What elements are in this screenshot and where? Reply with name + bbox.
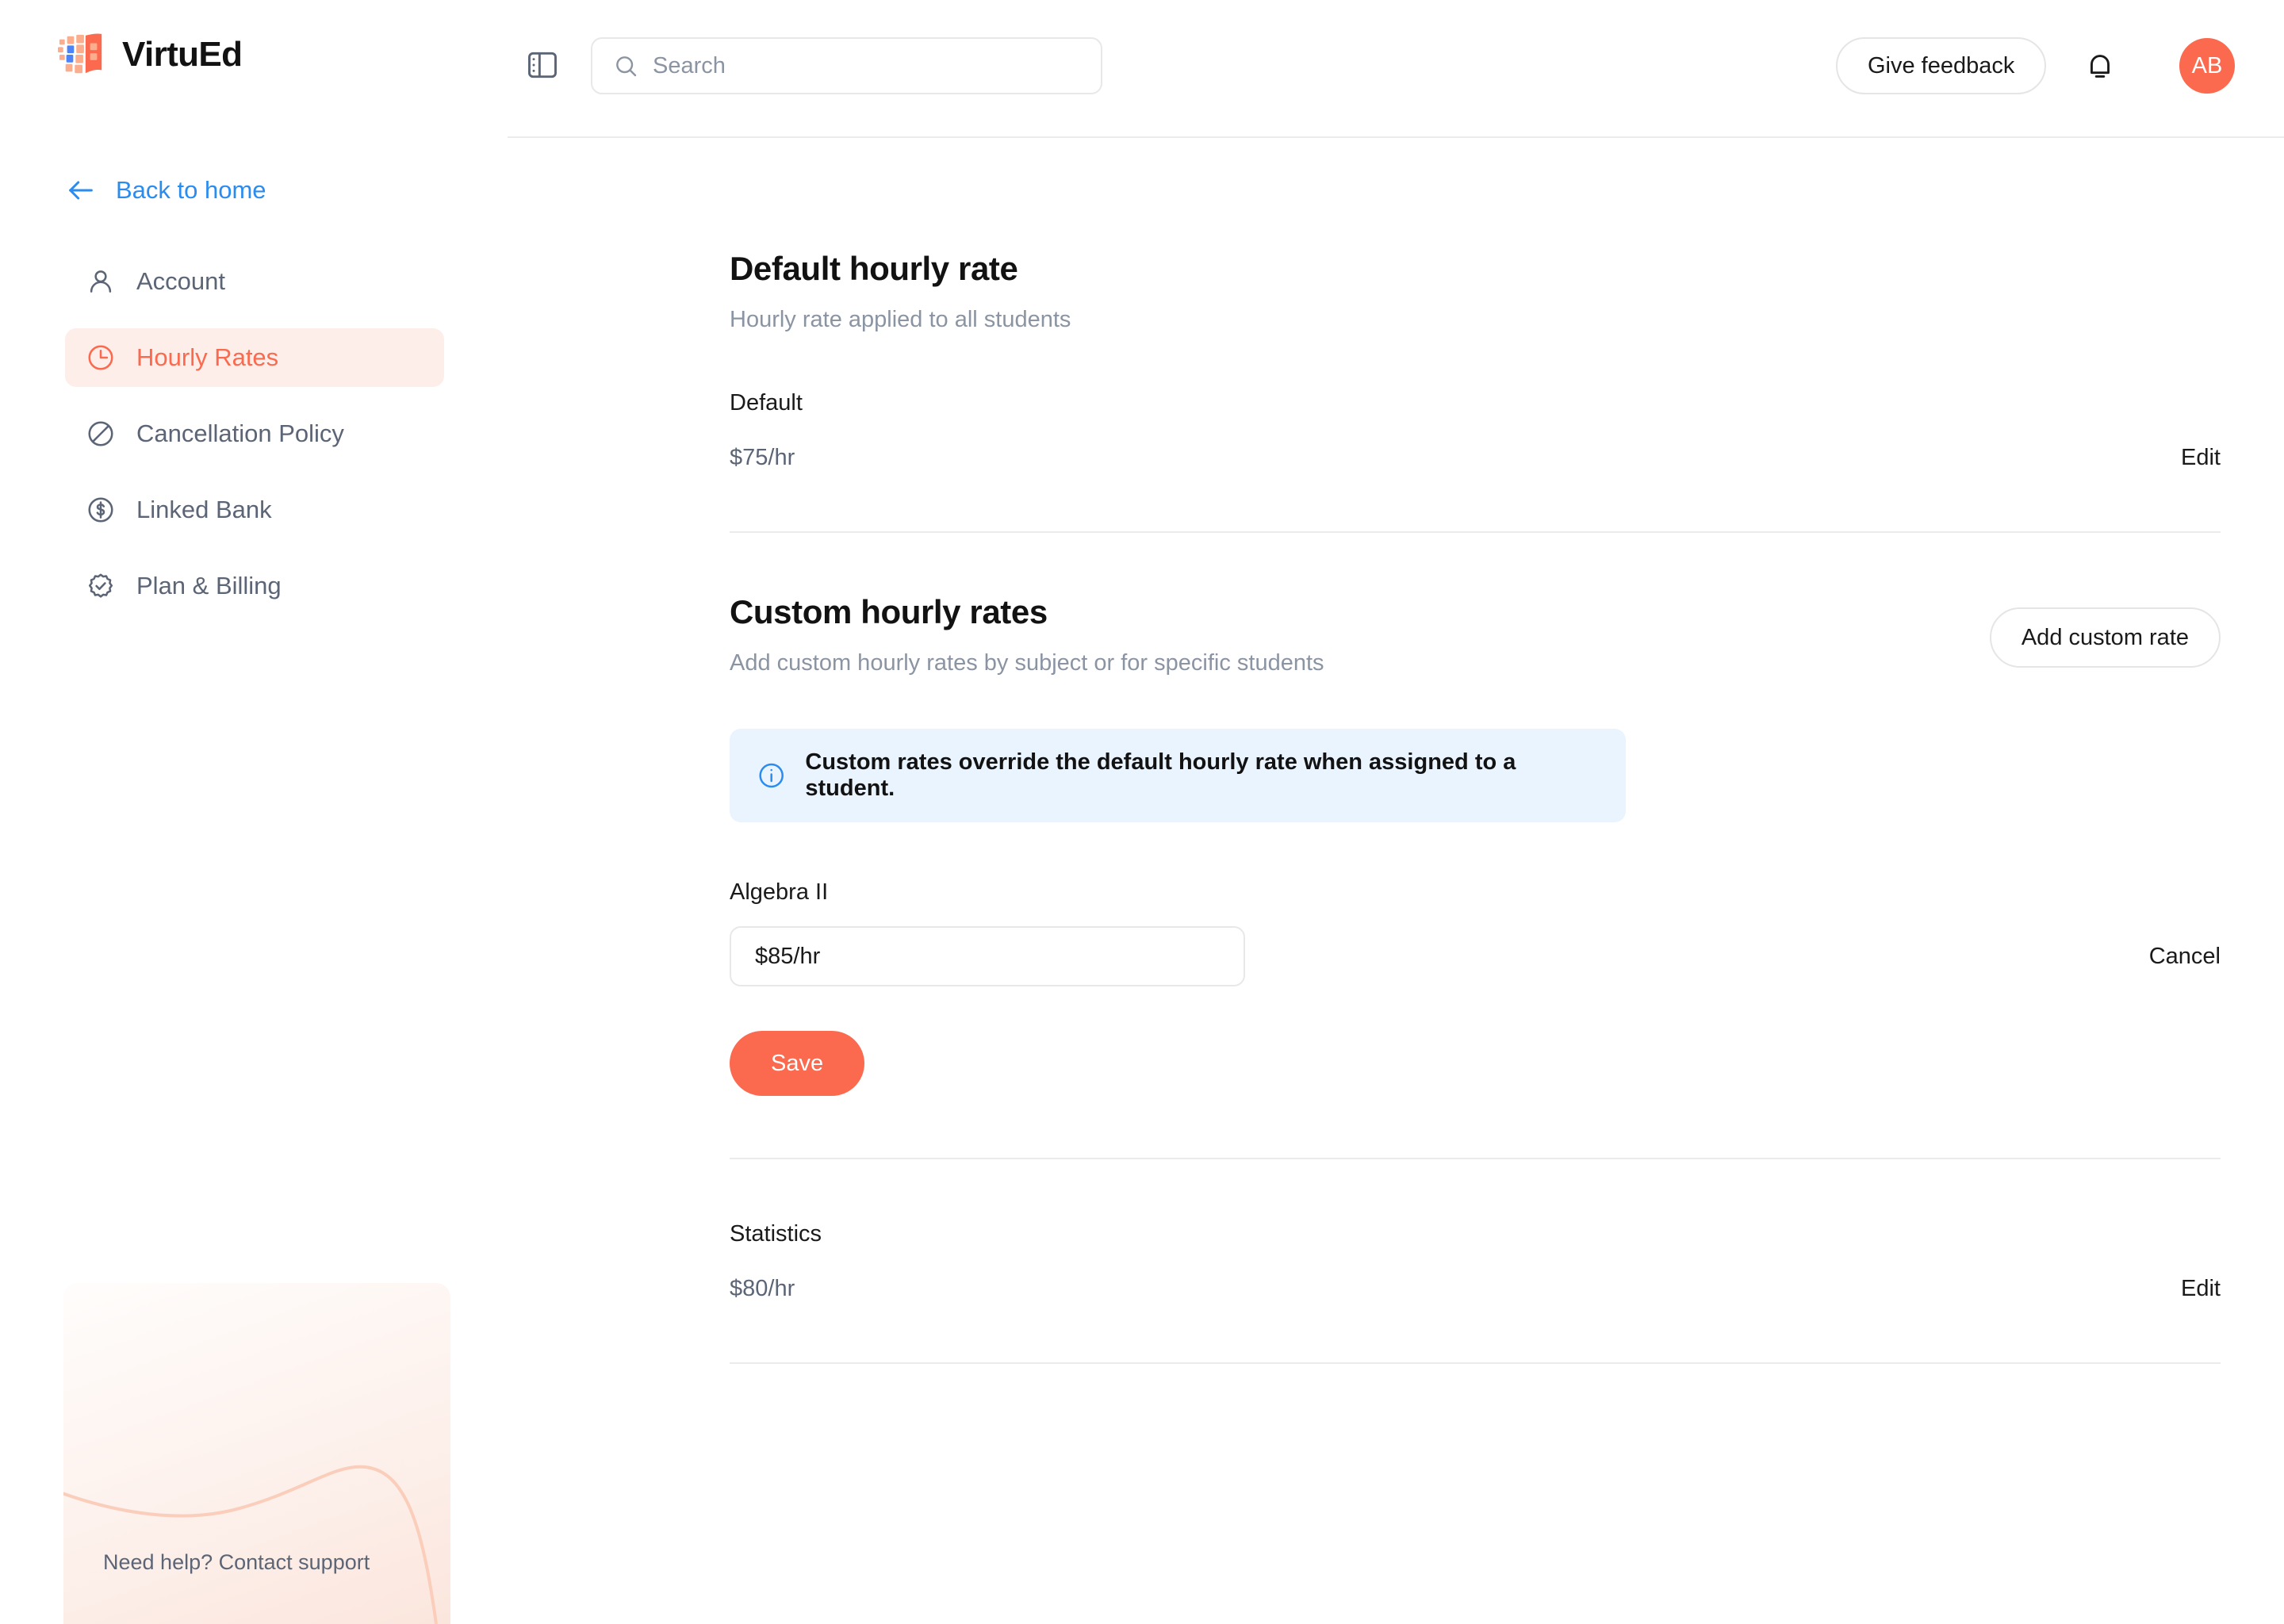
sidebar-item-cancellation-policy[interactable]: Cancellation Policy: [65, 404, 444, 463]
section-divider: [730, 1362, 2221, 1364]
panel-left-icon: [528, 52, 557, 79]
dollar-circle-icon: [88, 497, 113, 523]
custom-hourly-rates-section: Custom hourly rates Add custom hourly ra…: [730, 593, 2221, 1096]
custom-rate-input[interactable]: [730, 926, 1245, 986]
sidebar-toggle-button[interactable]: [525, 48, 560, 82]
give-feedback-label: Give feedback: [1868, 52, 2015, 79]
default-section-title: Default hourly rate: [730, 250, 1018, 287]
sidebar-item-account[interactable]: Account: [65, 252, 444, 311]
custom-section-subtitle: Add custom hourly rates by subject or fo…: [730, 650, 1324, 676]
sidebar-item-label: Hourly Rates: [136, 343, 279, 371]
back-to-home-link[interactable]: Back to home: [65, 174, 266, 206]
custom-rate-edit-label: Algebra II: [730, 879, 829, 905]
info-circle-icon: [759, 763, 784, 788]
info-banner: Custom rates override the default hourly…: [730, 729, 1626, 822]
app-title: VirtuEd: [122, 35, 243, 74]
sidebar-item-label: Plan & Billing: [136, 572, 282, 599]
virtued-book-logo-icon: [57, 33, 102, 74]
bell-icon: [2090, 55, 2110, 78]
give-feedback-button[interactable]: Give feedback: [1836, 37, 2047, 94]
sidebar: Back to home Account Hourly Rates Cancel…: [0, 139, 508, 1624]
default-row-label: Default: [730, 390, 803, 416]
custom-rate-row-statistics: Statistics $80/hr Edit: [730, 1221, 2221, 1302]
badge-check-icon: [88, 573, 113, 598]
sidebar-item-label: Linked Bank: [136, 496, 272, 523]
sidebar-nav: Account Hourly Rates Cancellation Policy…: [65, 252, 444, 633]
notifications-button[interactable]: [2082, 48, 2118, 84]
custom-rate-row-label: Statistics: [730, 1221, 822, 1247]
contact-support-label: Need help? Contact support: [103, 1550, 370, 1574]
ban-icon: [88, 421, 113, 446]
search-bar[interactable]: Search: [591, 37, 1102, 94]
custom-rate-edit-row: Algebra II Cancel Save: [730, 879, 2221, 1096]
app-header: VirtuEd Search Give feedback AB: [0, 0, 2284, 139]
default-section-subtitle: Hourly rate applied to all students: [730, 307, 1071, 332]
default-row-value: $75/hr: [730, 445, 795, 470]
sidebar-item-label: Account: [136, 267, 226, 295]
custom-rate-row-edit-button[interactable]: Edit: [2181, 1276, 2221, 1302]
custom-rate-save-button[interactable]: Save: [730, 1031, 865, 1096]
sidebar-item-label: Cancellation Policy: [136, 419, 344, 447]
info-banner-text: Custom rates override the default hourly…: [805, 749, 1516, 801]
add-custom-rate-button[interactable]: Add custom rate: [1989, 607, 2221, 668]
search-icon: [616, 56, 637, 77]
default-hourly-rate-section: Default hourly rate Hourly rate applied …: [730, 250, 2221, 471]
custom-rate-cancel-button[interactable]: Cancel: [2149, 944, 2221, 970]
back-to-home-label: Back to home: [116, 176, 266, 204]
contact-support-card[interactable]: Need help? Contact support: [63, 1283, 450, 1624]
app-logo[interactable]: VirtuEd: [57, 30, 243, 79]
custom-rate-row-value: $80/hr: [730, 1276, 795, 1301]
section-divider: [730, 1158, 2221, 1159]
main-content: Default hourly rate Hourly rate applied …: [508, 139, 2284, 1624]
section-divider: [730, 531, 2221, 533]
default-edit-button[interactable]: Edit: [2181, 445, 2221, 471]
sidebar-item-plan-billing[interactable]: Plan & Billing: [65, 557, 444, 615]
sidebar-item-hourly-rates[interactable]: Hourly Rates: [65, 328, 444, 387]
custom-section-title: Custom hourly rates: [730, 593, 1048, 630]
user-icon: [90, 270, 112, 293]
avatar-initials: AB: [2191, 52, 2223, 79]
clock-icon: [88, 345, 113, 370]
sidebar-item-linked-bank[interactable]: Linked Bank: [65, 481, 444, 539]
search-input-placeholder: Search: [653, 52, 726, 79]
user-avatar[interactable]: AB: [2179, 38, 2235, 94]
arrow-left-icon: [69, 181, 93, 200]
add-custom-rate-label: Add custom rate: [2021, 624, 2189, 650]
